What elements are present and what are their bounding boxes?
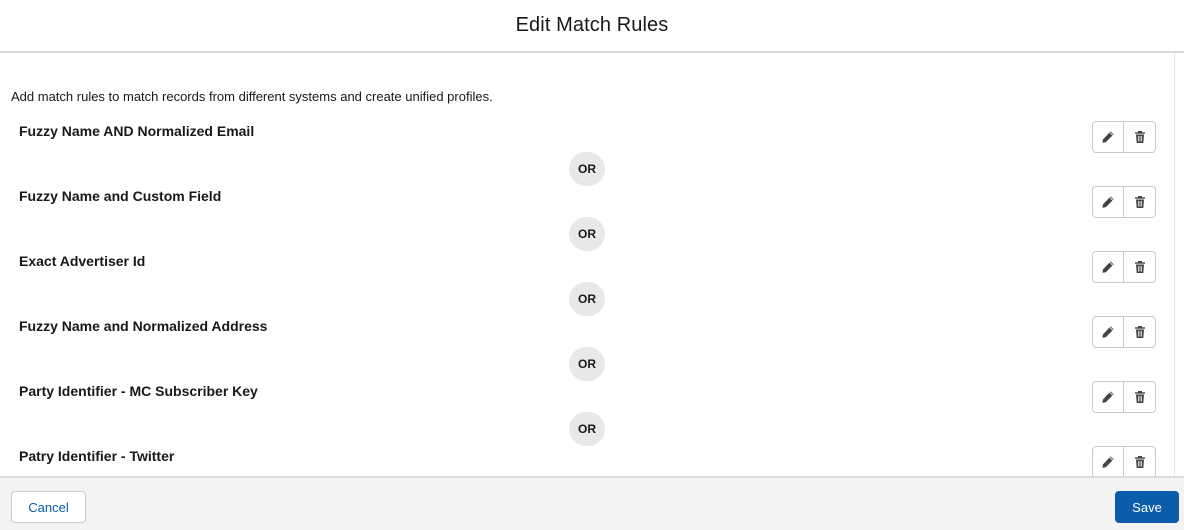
match-rule-name: Exact Advertiser Id — [19, 253, 146, 269]
modal-body[interactable]: Add match rules to match records from di… — [0, 53, 1184, 476]
pencil-icon — [1102, 326, 1114, 338]
or-connector: OR — [569, 412, 605, 446]
trash-icon — [1134, 456, 1145, 468]
trash-icon — [1134, 196, 1145, 208]
rule-actions — [1092, 381, 1156, 413]
edit-rule-button[interactable] — [1092, 381, 1124, 413]
delete-rule-button[interactable] — [1124, 186, 1156, 218]
delete-rule-button[interactable] — [1124, 121, 1156, 153]
scrollbar[interactable] — [1174, 53, 1184, 476]
cancel-button[interactable]: Cancel — [11, 491, 86, 523]
rule-actions — [1092, 316, 1156, 348]
delete-rule-button[interactable] — [1124, 251, 1156, 283]
match-rule-row: Patry Identifier - Twitter — [0, 446, 1170, 476]
match-rule-row: Fuzzy Name AND Normalized Email — [0, 121, 1170, 153]
edit-rule-button[interactable] — [1092, 186, 1124, 218]
or-connector: OR — [569, 282, 605, 316]
modal-header: Edit Match Rules — [0, 0, 1184, 53]
or-connector: OR — [569, 217, 605, 251]
delete-rule-button[interactable] — [1124, 446, 1156, 476]
edit-rule-button[interactable] — [1092, 316, 1124, 348]
trash-icon — [1134, 261, 1145, 273]
match-rule-row: Fuzzy Name and Normalized Address — [0, 316, 1170, 348]
match-rule-name: Fuzzy Name AND Normalized Email — [19, 123, 255, 139]
rule-actions — [1092, 186, 1156, 218]
trash-icon — [1134, 326, 1145, 338]
match-rule-row: Exact Advertiser Id — [0, 251, 1170, 283]
pencil-icon — [1102, 196, 1114, 208]
pencil-icon — [1102, 391, 1114, 403]
or-connector: OR — [569, 152, 605, 186]
modal-title: Edit Match Rules — [515, 14, 669, 36]
match-rule-name: Patry Identifier - Twitter — [19, 448, 175, 464]
match-rule-name: Fuzzy Name and Normalized Address — [19, 318, 268, 334]
rule-actions — [1092, 251, 1156, 283]
match-rule-name: Fuzzy Name and Custom Field — [19, 188, 222, 204]
match-rule-row: Party Identifier - MC Subscriber Key — [0, 381, 1170, 413]
modal-description: Add match rules to match records from di… — [11, 89, 493, 104]
delete-rule-button[interactable] — [1124, 381, 1156, 413]
modal-footer: Cancel Save — [0, 476, 1184, 530]
pencil-icon — [1102, 261, 1114, 273]
match-rule-row: Fuzzy Name and Custom Field — [0, 186, 1170, 218]
pencil-icon — [1102, 131, 1114, 143]
pencil-icon — [1102, 456, 1114, 468]
rule-actions — [1092, 121, 1156, 153]
edit-rule-button[interactable] — [1092, 121, 1124, 153]
or-connector: OR — [569, 347, 605, 381]
edit-rule-button[interactable] — [1092, 251, 1124, 283]
save-button[interactable]: Save — [1115, 491, 1179, 523]
match-rule-name: Party Identifier - MC Subscriber Key — [19, 383, 258, 399]
rule-actions — [1092, 446, 1156, 476]
edit-rule-button[interactable] — [1092, 446, 1124, 476]
trash-icon — [1134, 131, 1145, 143]
delete-rule-button[interactable] — [1124, 316, 1156, 348]
trash-icon — [1134, 391, 1145, 403]
